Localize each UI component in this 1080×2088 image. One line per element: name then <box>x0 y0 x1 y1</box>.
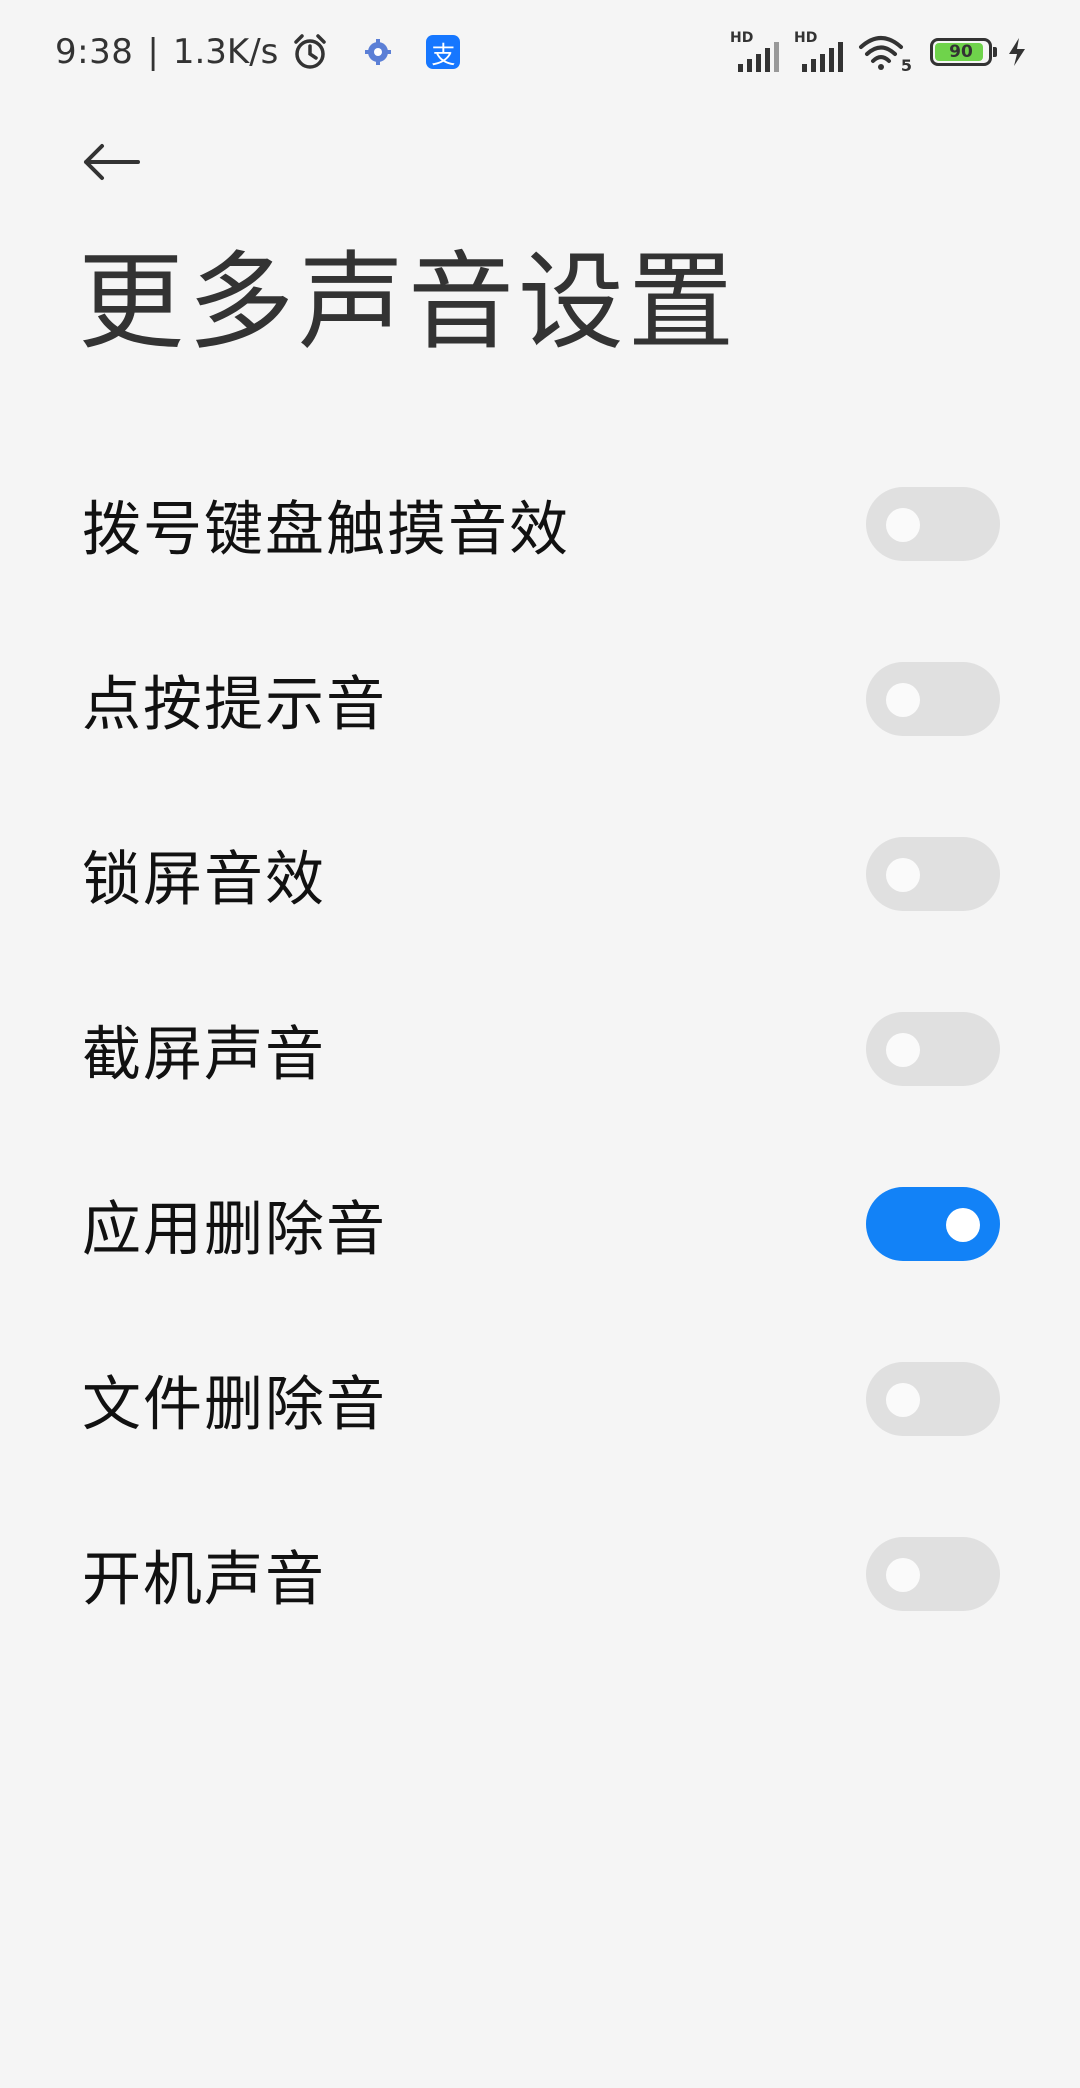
toggle-knob <box>886 1382 920 1417</box>
toggle-switch[interactable] <box>866 661 1000 736</box>
status-left: 9:38 | 1.3K/s 支 <box>55 28 461 76</box>
wifi-5-label: 5 <box>900 56 912 75</box>
setting-row-boot-sound[interactable]: 开机声音 <box>0 1486 1080 1661</box>
charging-bolt-icon <box>1006 36 1028 68</box>
toggle-switch[interactable] <box>866 486 1000 561</box>
arrow-left-icon <box>84 144 140 180</box>
toggle-knob <box>886 507 920 542</box>
toggle-switch[interactable] <box>866 1011 1000 1086</box>
setting-label: 拨号键盘触摸音效 <box>82 494 571 563</box>
toggle-switch[interactable] <box>866 1536 1000 1611</box>
setting-label: 截屏声音 <box>82 1019 327 1088</box>
toggle-knob <box>946 1207 980 1242</box>
setting-row-screenshot-sound[interactable]: 截屏声音 <box>0 961 1080 1136</box>
battery-level: 90 <box>949 42 973 62</box>
page-title: 更多声音设置 <box>78 241 738 364</box>
toggle-switch[interactable] <box>866 1186 1000 1261</box>
alipay-icon: 支 <box>426 35 461 69</box>
settings-list: 拨号键盘触摸音效 点按提示音 锁屏音效 截屏声音 应用删除音 文件删除音 开机声… <box>0 436 1080 1661</box>
settings-gear-icon <box>364 38 392 66</box>
status-bar: 9:38 | 1.3K/s 支 HD HD 5 90 <box>0 0 1080 104</box>
setting-row-file-delete-sound[interactable]: 文件删除音 <box>0 1311 1080 1486</box>
toggle-switch[interactable] <box>866 836 1000 911</box>
toggle-switch[interactable] <box>866 1361 1000 1436</box>
toggle-knob <box>886 682 920 717</box>
setting-row-dialpad-touch-sound[interactable]: 拨号键盘触摸音效 <box>0 436 1080 611</box>
setting-label: 开机声音 <box>82 1544 327 1613</box>
network-speed: 1.3K/s <box>172 32 279 72</box>
setting-label: 点按提示音 <box>82 669 388 738</box>
signal-icon: HD <box>730 30 784 72</box>
setting-label: 锁屏音效 <box>82 844 327 913</box>
status-time: 9:38 <box>55 32 134 72</box>
setting-row-tap-sound[interactable]: 点按提示音 <box>0 611 1080 786</box>
status-separator: | <box>147 32 159 72</box>
toggle-knob <box>886 1557 920 1592</box>
alarm-clock-icon <box>290 32 330 72</box>
toggle-knob <box>886 857 920 892</box>
battery-icon: 90 <box>930 38 997 66</box>
setting-row-app-delete-sound[interactable]: 应用删除音 <box>0 1136 1080 1311</box>
back-button[interactable] <box>82 138 144 186</box>
toggle-knob <box>886 1032 920 1067</box>
setting-row-lock-screen-sound[interactable]: 锁屏音效 <box>0 786 1080 961</box>
signal-icon: HD <box>794 30 848 72</box>
battery-cap <box>993 47 997 57</box>
setting-label: 应用删除音 <box>82 1194 388 1263</box>
status-right: HD HD 5 90 <box>730 28 1028 76</box>
wifi-icon: 5 <box>858 31 912 75</box>
setting-label: 文件删除音 <box>82 1369 388 1438</box>
